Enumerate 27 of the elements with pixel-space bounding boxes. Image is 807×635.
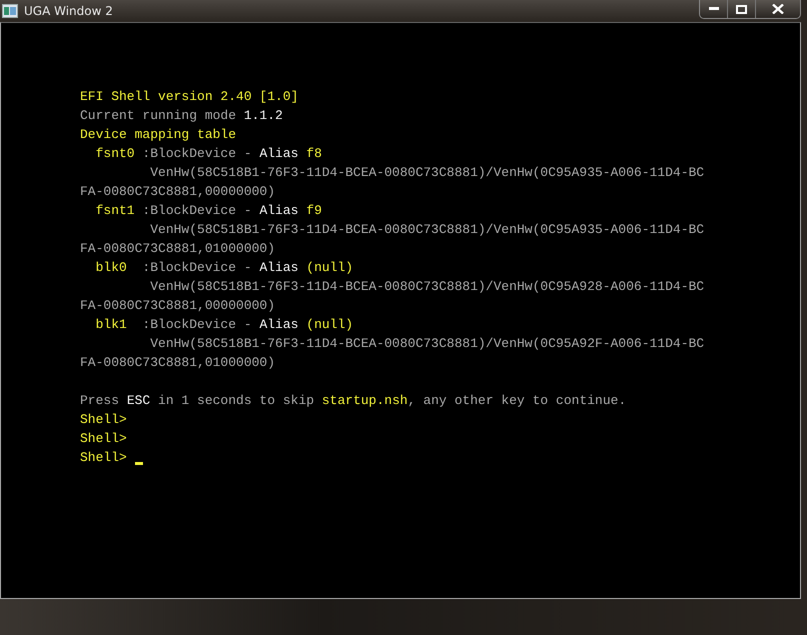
console-line: Shell> [80, 411, 127, 429]
window-title: UGA Window 2 [24, 4, 113, 18]
console-line: EFI Shell version 2.40 [1.0] [80, 88, 298, 106]
minimize-icon [708, 7, 718, 11]
console-line: fsnt1 :BlockDevice - Alias f9 [94, 202, 322, 220]
console-line: VenHw(58C518B1-76F3-11D4-BCEA-0080C73C8881)/VenHw(0C95A92F-A006-11D4-BC [149, 335, 704, 353]
console-line: FA-0080C73C8881,01000000) [80, 354, 276, 372]
window-icon [2, 4, 18, 18]
console-line: blk1 :BlockDevice - Alias (null) [94, 316, 354, 334]
console-line: fsnt0 :BlockDevice - Alias f8 [94, 145, 322, 163]
console-line: Device mapping table [80, 126, 236, 144]
maximize-icon [736, 4, 747, 14]
console-line: Shell> [80, 449, 128, 467]
console-line: VenHw(58C518B1-76F3-11D4-BCEA-0080C73C8881)/VenHw(0C95A935-A006-11D4-BC [149, 221, 704, 239]
minimize-button[interactable] [700, 0, 728, 18]
console-line: FA-0080C73C8881,00000000) [80, 183, 276, 201]
console-line: Press ESC in 1 seconds to skip startup.nsh, any other key to continue. [80, 392, 626, 410]
close-icon [772, 4, 784, 14]
close-button[interactable] [756, 0, 800, 18]
console-line: VenHw(58C518B1-76F3-11D4-BCEA-0080C73C8881)/VenHw(0C95A928-A006-11D4-BC [149, 278, 704, 296]
console-line: Current running mode 1.1.2 [80, 107, 283, 125]
console-line: VenHw(58C518B1-76F3-11D4-BCEA-0080C73C8881)/VenHw(0C95A935-A006-11D4-BC [149, 164, 704, 182]
console-line: Shell> [80, 430, 127, 448]
console-line: FA-0080C73C8881,01000000) [80, 240, 276, 258]
console-line: FA-0080C73C8881,00000000) [80, 297, 276, 315]
console-line: blk0 :BlockDevice - Alias (null) [94, 259, 354, 277]
maximize-button[interactable] [728, 0, 756, 18]
